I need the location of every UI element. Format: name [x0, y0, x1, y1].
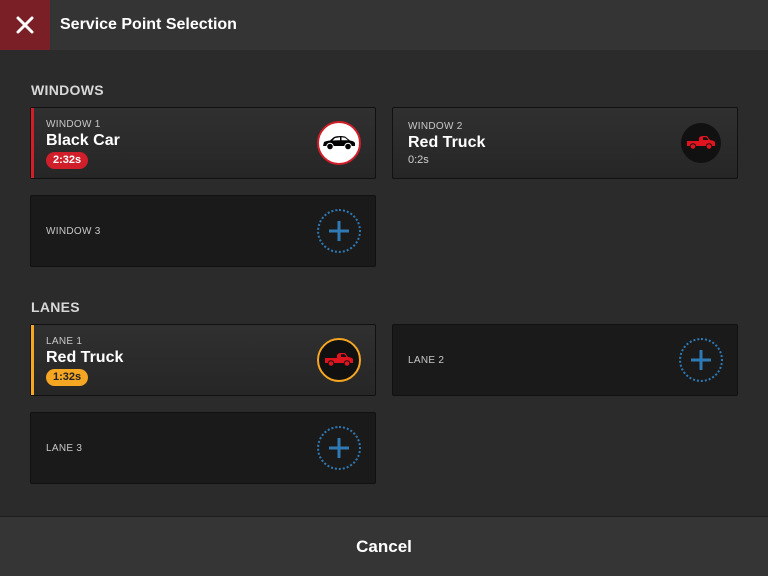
lane-2-label: LANE 2 [408, 355, 445, 366]
lane-1-label: LANE 1 [46, 336, 83, 347]
truck-icon [681, 123, 721, 163]
cancel-label: Cancel [356, 536, 412, 556]
window-2-label: WINDOW 2 [408, 121, 463, 132]
window-1-timer-badge: 2:32s [46, 152, 89, 169]
window-1-card[interactable]: WINDOW 1 Black Car 2:32s [30, 107, 376, 179]
close-icon [16, 16, 34, 34]
window-3-card[interactable]: WINDOW 3 [30, 195, 376, 267]
header-bar: Service Point Selection [0, 0, 768, 50]
add-icon[interactable] [317, 209, 361, 253]
window-2-card[interactable]: WINDOW 2 Red Truck 0:2s [392, 107, 738, 179]
window-1-vehicle: Black Car [46, 132, 120, 149]
lane-3-card[interactable]: LANE 3 [30, 412, 376, 484]
lane-1-card[interactable]: LANE 1 Red Truck 1:32s [30, 324, 376, 396]
truck-icon [317, 338, 361, 382]
window-1-label: WINDOW 1 [46, 119, 101, 130]
windows-section-title: WINDOWS [31, 82, 104, 98]
add-icon[interactable] [317, 426, 361, 470]
lane-3-label: LANE 3 [46, 443, 83, 454]
window-2-timer: 0:2s [408, 154, 429, 166]
car-icon [317, 121, 361, 165]
status-accent [31, 108, 34, 178]
cancel-button[interactable]: Cancel [0, 516, 768, 576]
lane-1-timer-badge: 1:32s [46, 369, 89, 386]
status-accent [31, 325, 34, 395]
close-button[interactable] [0, 0, 50, 50]
lanes-section-title: LANES [31, 299, 80, 315]
lane-2-card[interactable]: LANE 2 [392, 324, 738, 396]
service-point-list: WINDOWS WINDOW 1 Black Car 2:32s WINDOW … [0, 50, 768, 516]
add-icon[interactable] [679, 338, 723, 382]
page-title: Service Point Selection [60, 16, 237, 33]
window-2-vehicle: Red Truck [408, 134, 486, 151]
lane-1-vehicle: Red Truck [46, 349, 124, 366]
window-3-label: WINDOW 3 [46, 226, 101, 237]
